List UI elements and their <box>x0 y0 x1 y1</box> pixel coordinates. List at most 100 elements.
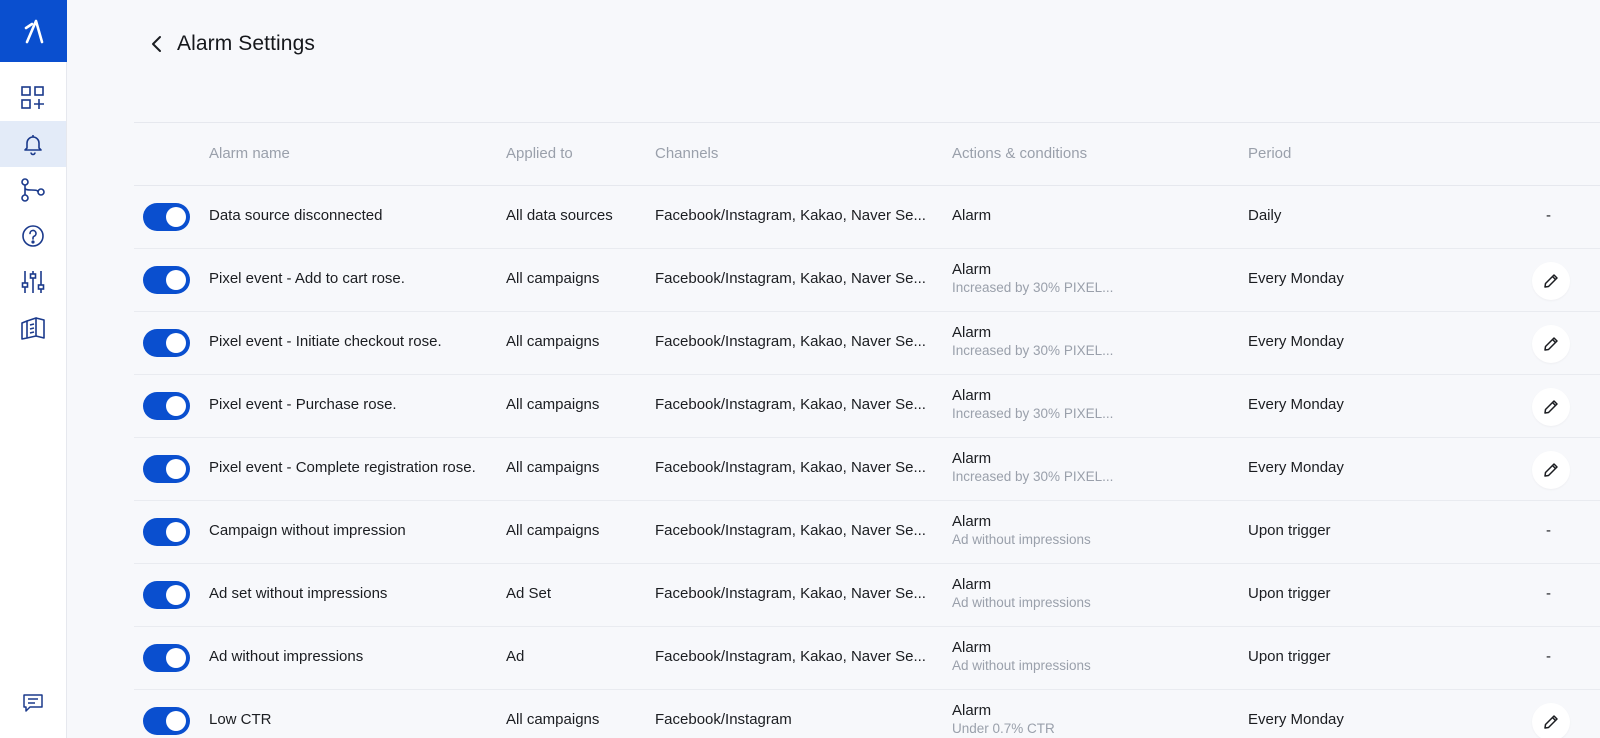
action-label: Alarm <box>952 513 992 530</box>
pencil-icon <box>1544 400 1558 414</box>
period: Upon trigger <box>1248 648 1331 665</box>
period: Every Monday <box>1248 270 1344 287</box>
pencil-icon <box>1544 463 1558 477</box>
alarm-name: Ad without impressions <box>209 648 364 665</box>
no-edit-placeholder: - <box>1546 585 1551 602</box>
sidebar-item-docs[interactable] <box>0 305 66 351</box>
column-header-channels[interactable]: Channels <box>655 145 718 162</box>
edit-button[interactable] <box>1532 451 1570 489</box>
action-label: Alarm <box>952 639 992 656</box>
enable-toggle[interactable] <box>143 707 190 735</box>
table-row: Pixel event - Purchase rose. All campaign… <box>134 375 1600 438</box>
channels: Facebook/Instagram <box>655 711 792 728</box>
condition-label: Increased by 30% PIXEL... <box>952 469 1114 484</box>
sidebar-item-flow[interactable] <box>0 167 66 213</box>
table-row: Pixel event - Initiate checkout rose. All… <box>134 312 1600 375</box>
no-edit-placeholder: - <box>1546 648 1551 665</box>
channels: Facebook/Instagram, Kakao, Naver Se... <box>655 585 926 602</box>
table-row: Ad without impressions Ad Facebook/Instagr… <box>134 627 1600 690</box>
bell-icon <box>24 135 42 156</box>
toggle-knob <box>166 648 186 668</box>
applied-to: All data sources <box>506 207 613 224</box>
chevron-left-icon <box>152 36 161 52</box>
back-button[interactable] <box>145 32 169 56</box>
enable-toggle[interactable] <box>143 581 190 609</box>
alarm-name: Pixel event - Add to cart rose. <box>209 270 405 287</box>
period: Every Monday <box>1248 711 1344 728</box>
channels: Facebook/Instagram, Kakao, Naver Se... <box>655 333 926 350</box>
condition-label: Ad without impressions <box>952 532 1091 547</box>
actions-conditions: Alarm Ad without impressions <box>952 576 1202 610</box>
applied-to: All campaigns <box>506 711 600 728</box>
table-row: Data source disconnected All data sources… <box>134 186 1600 249</box>
toggle-knob <box>166 333 186 353</box>
channels: Facebook/Instagram, Kakao, Naver Se... <box>655 522 926 539</box>
condition-label: Ad without impressions <box>952 595 1091 610</box>
enable-toggle[interactable] <box>143 392 190 420</box>
actions-conditions: Alarm Increased by 30% PIXEL... <box>952 450 1202 484</box>
edit-button[interactable] <box>1532 388 1570 426</box>
period: Every Monday <box>1248 459 1344 476</box>
enable-toggle[interactable] <box>143 329 190 357</box>
applied-to: All campaigns <box>506 270 600 287</box>
toggle-knob <box>166 711 186 731</box>
channels: Facebook/Instagram, Kakao, Naver Se... <box>655 270 926 287</box>
sidebar-item-help[interactable] <box>0 213 66 259</box>
enable-toggle[interactable] <box>143 644 190 672</box>
sidebar <box>0 0 67 738</box>
enable-toggle[interactable] <box>143 455 190 483</box>
page-title: Alarm Settings <box>177 32 315 55</box>
period: Every Monday <box>1248 333 1344 350</box>
action-label: Alarm <box>952 207 992 224</box>
docs-icon <box>21 317 45 340</box>
edit-button[interactable] <box>1532 325 1570 363</box>
feedback-button[interactable] <box>0 690 66 716</box>
pencil-icon <box>1544 274 1558 288</box>
chat-icon <box>23 694 43 712</box>
alarm-name: Low CTR <box>209 711 272 728</box>
enable-toggle[interactable] <box>143 203 190 231</box>
action-label: Alarm <box>952 576 992 593</box>
period: Upon trigger <box>1248 522 1331 539</box>
column-header-applied-to[interactable]: Applied to <box>506 145 573 162</box>
applied-to: All campaigns <box>506 522 600 539</box>
column-header-period[interactable]: Period <box>1248 145 1291 162</box>
flow-icon <box>21 178 45 202</box>
column-header-actions-conditions[interactable]: Actions & conditions <box>952 145 1087 162</box>
period: Every Monday <box>1248 396 1344 413</box>
enable-toggle[interactable] <box>143 266 190 294</box>
table-row: Pixel event - Add to cart rose. All campa… <box>134 249 1600 312</box>
toggle-knob <box>166 270 186 290</box>
sidebar-item-alarms[interactable] <box>0 121 66 167</box>
period: Upon trigger <box>1248 585 1331 602</box>
brand-logo[interactable] <box>0 0 67 62</box>
enable-toggle[interactable] <box>143 518 190 546</box>
channels: Facebook/Instagram, Kakao, Naver Se... <box>655 396 926 413</box>
alarm-name: Data source disconnected <box>209 207 383 224</box>
table-header: Alarm name Applied to Channels Actions &… <box>134 123 1600 186</box>
toggle-knob <box>166 459 186 479</box>
toggle-knob <box>166 585 186 605</box>
sliders-icon <box>21 271 45 293</box>
actions-conditions: Alarm Increased by 30% PIXEL... <box>952 387 1202 421</box>
pencil-icon <box>1544 715 1558 729</box>
applied-to: Ad <box>506 648 525 665</box>
no-edit-placeholder: - <box>1546 522 1551 539</box>
actions-conditions: Alarm Ad without impressions <box>952 639 1202 673</box>
action-label: Alarm <box>952 324 992 341</box>
action-label: Alarm <box>952 261 992 278</box>
channels: Facebook/Instagram, Kakao, Naver Se... <box>655 459 926 476</box>
no-edit-placeholder: - <box>1546 207 1551 224</box>
actions-conditions: Alarm Increased by 30% PIXEL... <box>952 261 1202 295</box>
edit-button[interactable] <box>1532 703 1570 738</box>
column-header-alarm-name[interactable]: Alarm name <box>209 145 290 162</box>
condition-label: Increased by 30% PIXEL... <box>952 280 1114 295</box>
alarm-name: Campaign without impression <box>209 522 406 539</box>
applied-to: All campaigns <box>506 459 600 476</box>
sidebar-item-settings[interactable] <box>0 259 66 305</box>
pencil-icon <box>1544 337 1558 351</box>
sidebar-item-dashboard[interactable] <box>0 75 66 121</box>
actions-conditions: Alarm <box>952 207 1202 224</box>
table-body: Data source disconnected All data sources… <box>134 186 1600 738</box>
edit-button[interactable] <box>1532 262 1570 300</box>
